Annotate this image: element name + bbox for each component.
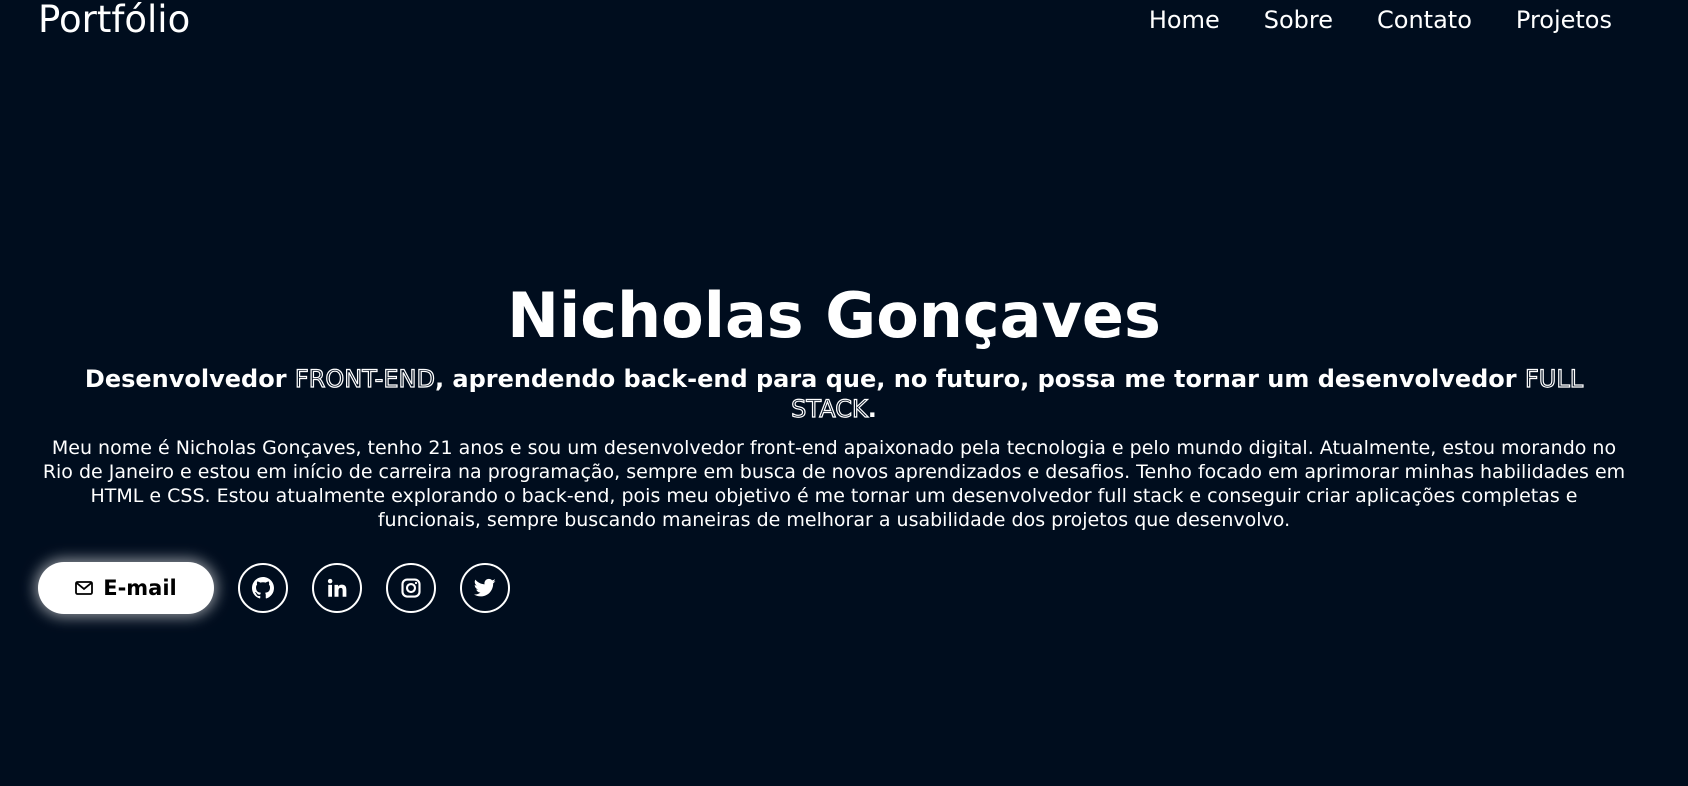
email-button[interactable]: E-mail (38, 562, 214, 614)
subtitle-highlight-frontend: FRONT-END (294, 364, 435, 393)
site-logo[interactable]: Portfólio (38, 0, 190, 40)
mail-icon (75, 581, 94, 595)
hero-subtitle: Desenvolvedor FRONT-END, aprendendo back… (60, 364, 1608, 424)
github-icon (252, 577, 274, 599)
twitter-icon (474, 578, 496, 598)
linkedin-link[interactable] (312, 563, 362, 613)
linkedin-icon (327, 578, 347, 598)
hero-name: Nicholas Gonçaves (507, 279, 1161, 352)
hero-bio: Meu nome é Nicholas Gonçaves, tenho 21 a… (42, 437, 1626, 531)
subtitle-text-3: . (867, 395, 877, 423)
nav-link-projetos[interactable]: Projetos (1516, 6, 1612, 34)
nav-link-sobre[interactable]: Sobre (1264, 6, 1333, 34)
github-link[interactable] (238, 563, 288, 613)
instagram-link[interactable] (386, 563, 436, 613)
subtitle-text-1: Desenvolvedor (84, 365, 295, 393)
twitter-link[interactable] (460, 563, 510, 613)
main-nav: Home Sobre Contato Projetos (1149, 6, 1612, 34)
subtitle-text-2: , aprendendo back-end para que, no futur… (434, 365, 1525, 393)
nav-link-home[interactable]: Home (1149, 6, 1220, 34)
email-button-label: E-mail (103, 576, 177, 600)
contact-actions: E-mail (38, 562, 510, 614)
portfolio-page: Portfólio Home Sobre Contato Projetos Ni… (0, 0, 1688, 786)
nav-link-contato[interactable]: Contato (1377, 6, 1472, 34)
instagram-icon (401, 578, 421, 598)
